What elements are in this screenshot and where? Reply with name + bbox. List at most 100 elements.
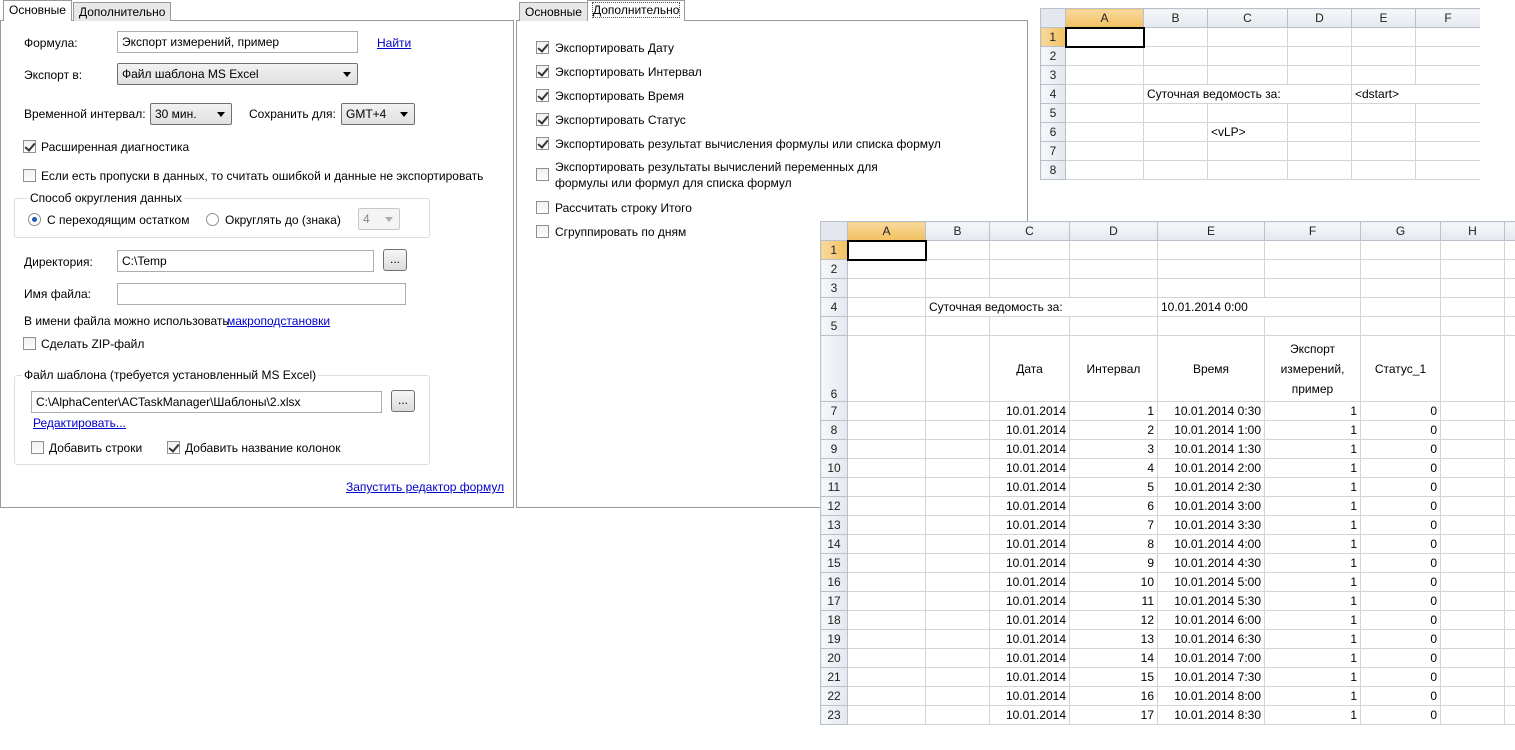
cell-empty[interactable] — [1504, 496, 1515, 516]
cell-e4[interactable]: <dstart> — [1351, 84, 1480, 104]
active-cell[interactable] — [1064, 26, 1145, 48]
row-header[interactable]: 13 — [820, 515, 848, 535]
cell-time[interactable]: 10.01.2014 6:00 — [1157, 610, 1265, 630]
cell-empty[interactable] — [1504, 439, 1515, 459]
active-cell[interactable] — [846, 239, 927, 261]
cell-empty[interactable] — [847, 496, 926, 516]
cell-c6[interactable]: <vLP> — [1207, 122, 1288, 142]
cell-date[interactable]: 10.01.2014 — [989, 591, 1070, 611]
row-header[interactable]: 18 — [820, 610, 848, 630]
cell-interval[interactable]: 2 — [1069, 420, 1158, 440]
cell-empty[interactable] — [1440, 401, 1505, 421]
cell-interval[interactable]: 6 — [1069, 496, 1158, 516]
group-by-days-checkbox[interactable] — [536, 225, 549, 238]
cell-time[interactable]: 10.01.2014 7:30 — [1157, 667, 1265, 687]
cell-empty[interactable] — [847, 515, 926, 535]
cell-status[interactable]: 0 — [1360, 686, 1441, 706]
cell-interval[interactable]: 14 — [1069, 648, 1158, 668]
header-time[interactable]: Время — [1157, 335, 1265, 402]
cell-empty[interactable] — [1504, 458, 1515, 478]
cell-empty[interactable] — [847, 610, 926, 630]
select-all-corner[interactable] — [820, 221, 848, 241]
cell-status[interactable]: 0 — [1360, 477, 1441, 497]
cell-status[interactable]: 0 — [1360, 458, 1441, 478]
cell-empty[interactable] — [1504, 629, 1515, 649]
cell-value[interactable]: 1 — [1264, 534, 1361, 554]
cell-empty[interactable] — [925, 477, 990, 497]
cell-empty[interactable] — [1440, 420, 1505, 440]
formula-field[interactable]: Экспорт измерений, пример — [117, 31, 358, 53]
row-header[interactable]: 17 — [820, 591, 848, 611]
browse-template-button[interactable]: ... — [391, 390, 415, 412]
cell-value[interactable]: 1 — [1264, 667, 1361, 687]
cell-date[interactable]: 10.01.2014 — [989, 458, 1070, 478]
header-date[interactable]: Дата — [989, 335, 1070, 402]
cell-value[interactable]: 1 — [1264, 591, 1361, 611]
row-header[interactable]: 3 — [820, 278, 848, 298]
export-select[interactable]: Файл шаблона MS Excel — [117, 63, 358, 85]
cell-value[interactable]: 1 — [1264, 496, 1361, 516]
row-header[interactable]: 1 — [1040, 27, 1066, 47]
cell-empty[interactable] — [847, 705, 926, 725]
cell-empty[interactable] — [847, 439, 926, 459]
cell-date[interactable]: 10.01.2014 — [989, 553, 1070, 573]
template-path-field[interactable]: C:\AlphaCenter\ACTaskManager\Шаблоны\2.x… — [31, 391, 382, 413]
cell-interval[interactable]: 5 — [1069, 477, 1158, 497]
cell-status[interactable]: 0 — [1360, 420, 1441, 440]
cell-value[interactable]: 1 — [1264, 515, 1361, 535]
cell-empty[interactable] — [847, 648, 926, 668]
cell-empty[interactable] — [847, 629, 926, 649]
row-header[interactable]: 4 — [820, 297, 848, 317]
cell-empty[interactable] — [1504, 648, 1515, 668]
cell-empty[interactable] — [925, 705, 990, 725]
gaps-error-checkbox[interactable] — [23, 169, 36, 182]
cell-empty[interactable] — [925, 591, 990, 611]
tab-additional[interactable]: Дополнительно — [73, 2, 172, 21]
cell-value[interactable]: 1 — [1264, 572, 1361, 592]
edit-template-link[interactable]: Редактировать... — [33, 416, 126, 430]
cell-time[interactable]: 10.01.2014 2:00 — [1157, 458, 1265, 478]
column-header[interactable]: F — [1264, 221, 1361, 241]
cell-status[interactable]: 0 — [1360, 591, 1441, 611]
add-colnames-checkbox[interactable] — [167, 441, 180, 454]
filename-field[interactable] — [117, 283, 406, 305]
cell-value[interactable]: 1 — [1264, 610, 1361, 630]
cell-time[interactable]: 10.01.2014 5:00 — [1157, 572, 1265, 592]
cell-empty[interactable] — [1504, 420, 1515, 440]
macro-link[interactable]: макроподстановки — [227, 314, 330, 328]
cell-time[interactable]: 10.01.2014 4:00 — [1157, 534, 1265, 554]
cell-empty[interactable] — [1440, 496, 1505, 516]
row-header[interactable]: 2 — [1040, 46, 1066, 66]
row-header[interactable]: 8 — [820, 420, 848, 440]
export-date-checkbox[interactable] — [536, 41, 549, 54]
rounding-carry-radio[interactable] — [28, 213, 41, 226]
row-header[interactable]: 5 — [820, 316, 848, 336]
cell-time[interactable]: 10.01.2014 3:30 — [1157, 515, 1265, 535]
row-header[interactable]: 19 — [820, 629, 848, 649]
add-rows-checkbox[interactable] — [31, 441, 44, 454]
column-header[interactable]: B — [1143, 8, 1208, 28]
cell-status[interactable]: 0 — [1360, 648, 1441, 668]
cell-empty[interactable] — [1504, 686, 1515, 706]
cell-empty[interactable] — [1504, 610, 1515, 630]
export-time-checkbox[interactable] — [536, 89, 549, 102]
cell-empty[interactable] — [1440, 648, 1505, 668]
cell-empty[interactable] — [925, 458, 990, 478]
cell-empty[interactable] — [847, 401, 926, 421]
find-link[interactable]: Найти — [377, 36, 411, 50]
cell-empty[interactable] — [1440, 610, 1505, 630]
cell-status[interactable]: 0 — [1360, 572, 1441, 592]
cell-date[interactable]: 10.01.2014 — [989, 572, 1070, 592]
cell-empty[interactable] — [925, 610, 990, 630]
row-header[interactable]: 23 — [820, 705, 848, 725]
row-header[interactable]: 14 — [820, 534, 848, 554]
cell-value[interactable]: 1 — [1264, 553, 1361, 573]
cell-status[interactable]: 0 — [1360, 439, 1441, 459]
cell-empty[interactable] — [925, 686, 990, 706]
cell-time[interactable]: 10.01.2014 4:30 — [1157, 553, 1265, 573]
cell-value[interactable]: 1 — [1264, 458, 1361, 478]
cell-e4[interactable]: 10.01.2014 0:00 — [1157, 297, 1361, 317]
cell-status[interactable]: 0 — [1360, 553, 1441, 573]
cell-date[interactable]: 10.01.2014 — [989, 515, 1070, 535]
cell-empty[interactable] — [1504, 534, 1515, 554]
